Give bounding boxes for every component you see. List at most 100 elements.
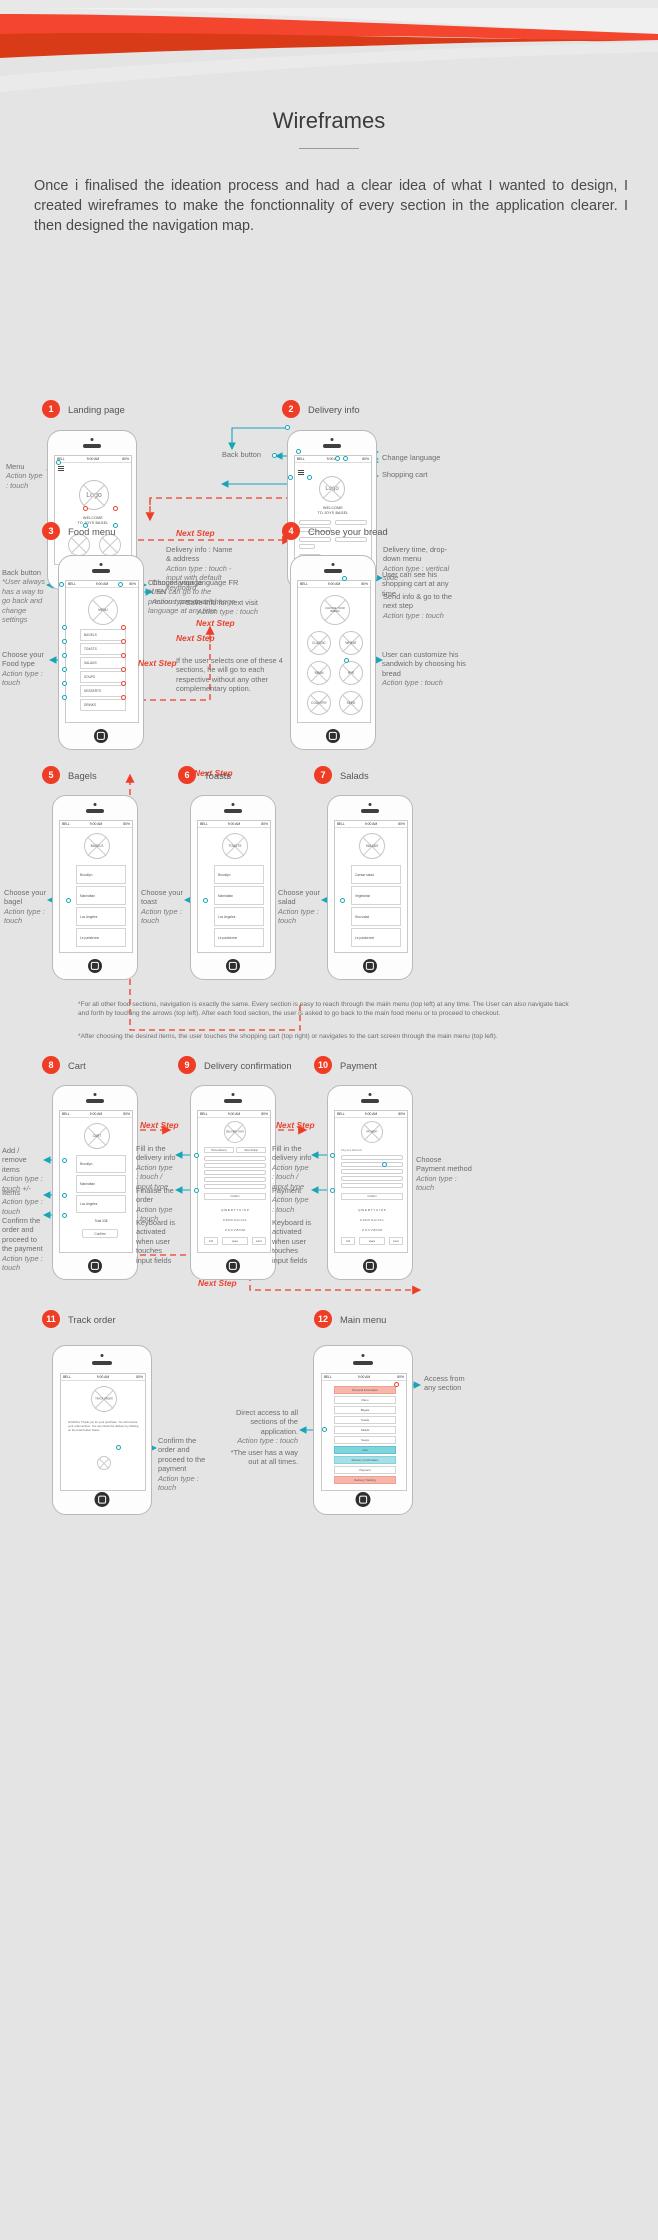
menu-item-delivery-confirmation[interactable]: Delivery Confirmation bbox=[334, 1456, 396, 1464]
hotspot-delivery-fields[interactable] bbox=[285, 425, 290, 430]
hotspot-cart-confirm[interactable] bbox=[62, 1213, 67, 1218]
hotspot-back-3[interactable] bbox=[59, 582, 64, 587]
payment-field-3[interactable] bbox=[341, 1169, 403, 1174]
hotspot-food-salads-next[interactable] bbox=[121, 653, 126, 658]
salad-item-parisienne[interactable]: Le parisienne bbox=[351, 928, 401, 947]
keyboard-row-2[interactable]: A S D F G H J K L bbox=[204, 1215, 266, 1224]
confirm-field-5[interactable] bbox=[204, 1184, 266, 1189]
toast-item-la[interactable]: Los Angeles bbox=[214, 907, 264, 926]
confirm-submit[interactable]: Confirm bbox=[204, 1193, 266, 1200]
cart-item-manhattan[interactable]: Manhattan bbox=[76, 1175, 126, 1193]
salad-item-caesar[interactable]: Caesar salad bbox=[351, 865, 401, 884]
hotspot-finalise-order[interactable] bbox=[194, 1188, 199, 1193]
bread-option-bran[interactable]: BRAN bbox=[307, 661, 331, 685]
hotspot-cart-items[interactable] bbox=[62, 1193, 67, 1198]
home-button[interactable] bbox=[363, 1259, 377, 1273]
menu-item-menu[interactable]: Menu bbox=[334, 1396, 396, 1404]
hotspot-delivery-time[interactable] bbox=[296, 449, 301, 454]
surname-input[interactable] bbox=[335, 520, 367, 525]
menu-item-bagels[interactable]: Bagels bbox=[334, 1406, 396, 1414]
menu-item-delivery-tracking[interactable]: Delivery Tracking bbox=[334, 1476, 396, 1484]
confirm-field-1[interactable] bbox=[204, 1156, 266, 1161]
payment-submit[interactable]: Confirm bbox=[341, 1193, 403, 1200]
keyboard-return-key[interactable]: return bbox=[389, 1237, 403, 1245]
bread-option-classic[interactable]: CLASSIC bbox=[307, 631, 331, 655]
cart-item-la[interactable]: Los Angeles bbox=[76, 1195, 126, 1213]
hotspot-lang-fr-top[interactable] bbox=[83, 506, 88, 511]
payment-field-1[interactable] bbox=[341, 1155, 403, 1160]
hotspot-food-drinks-next[interactable] bbox=[121, 695, 126, 700]
keyboard-123-key[interactable]: 123 bbox=[341, 1237, 355, 1245]
hotspot-menu-1[interactable] bbox=[56, 460, 61, 465]
hotspot-change-language-2[interactable] bbox=[335, 456, 340, 461]
address-input[interactable] bbox=[299, 537, 331, 542]
hotspot-send-info[interactable] bbox=[307, 475, 312, 480]
food-item-desserts[interactable]: DESSERTS bbox=[80, 685, 126, 697]
menu-item-personal-information[interactable]: Personal Information bbox=[334, 1386, 396, 1394]
keyboard-row-2[interactable]: A S D F G H J K L bbox=[341, 1215, 403, 1224]
keyboard-space-key[interactable]: space bbox=[359, 1237, 385, 1245]
food-item-drinks[interactable]: DRINKS bbox=[80, 699, 126, 711]
tab-store-pickup[interactable]: Store Pickup bbox=[236, 1147, 266, 1153]
toast-item-manhattan[interactable]: Manhattan bbox=[214, 886, 264, 905]
cart-confirm-button[interactable]: Confirm bbox=[82, 1229, 118, 1238]
keyboard-123-key[interactable]: 123 bbox=[204, 1237, 218, 1245]
salad-item-vegetarian[interactable]: Vegetarian bbox=[351, 886, 401, 905]
hamburger-menu-icon[interactable] bbox=[298, 470, 304, 475]
hotspot-save-info[interactable] bbox=[288, 475, 293, 480]
hotspot-food-toasts[interactable] bbox=[62, 639, 67, 644]
language-option-fr[interactable] bbox=[68, 534, 90, 556]
salad-item-sea[interactable]: Sea salad bbox=[351, 907, 401, 926]
tab-home-delivery[interactable]: Home Delivery bbox=[204, 1147, 234, 1153]
keyboard-return-key[interactable]: return bbox=[252, 1237, 266, 1245]
home-button[interactable] bbox=[226, 959, 240, 973]
name-input[interactable] bbox=[299, 520, 331, 525]
bagel-item-parisienne[interactable]: Le parisienne bbox=[76, 928, 126, 947]
hotspot-fill-delivery-10[interactable] bbox=[330, 1153, 335, 1158]
hotspot-toast[interactable] bbox=[203, 898, 208, 903]
bread-option-country[interactable]: COUNTRY bbox=[307, 691, 331, 715]
hotspot-food-bagels[interactable] bbox=[62, 625, 67, 630]
payment-field-2[interactable] bbox=[341, 1162, 403, 1167]
hotspot-choose-payment[interactable] bbox=[382, 1162, 387, 1167]
confirm-field-4[interactable] bbox=[204, 1177, 266, 1182]
hotspot-track-button[interactable] bbox=[116, 1445, 121, 1450]
food-item-soups[interactable]: SOUPS bbox=[80, 671, 126, 683]
hotspot-food-desserts[interactable] bbox=[62, 681, 67, 686]
hotspot-food-desserts-next[interactable] bbox=[121, 681, 126, 686]
keyboard-row-3[interactable]: Z X C V B N M bbox=[208, 1225, 262, 1234]
hotspot-food-toasts-next[interactable] bbox=[121, 639, 126, 644]
hotspot-food-salads[interactable] bbox=[62, 653, 67, 658]
bagel-item-brooklyn[interactable]: Brooklyn bbox=[76, 865, 126, 884]
food-item-toasts[interactable]: TOASTS bbox=[80, 643, 126, 655]
hotspot-bagel[interactable] bbox=[66, 898, 71, 903]
confirm-field-3[interactable] bbox=[204, 1170, 266, 1175]
payment-field-5[interactable] bbox=[341, 1183, 403, 1188]
home-button[interactable] bbox=[88, 959, 102, 973]
keyboard-row-1[interactable]: Q W E R T Y U I O P bbox=[202, 1205, 268, 1214]
food-item-bagels[interactable]: BAGELS bbox=[80, 629, 126, 641]
hotspot-food-drinks[interactable] bbox=[62, 695, 67, 700]
cart-item-brooklyn[interactable]: Brooklyn bbox=[76, 1155, 126, 1173]
home-button[interactable] bbox=[94, 729, 108, 743]
keyboard-row-1[interactable]: Q W E R T Y U I O P bbox=[339, 1205, 405, 1214]
hotspot-cart-add-remove[interactable] bbox=[62, 1158, 67, 1163]
hotspot-food-soups-next[interactable] bbox=[121, 667, 126, 672]
menu-item-cart[interactable]: Cart bbox=[334, 1446, 396, 1454]
bread-option-seed[interactable]: SEED bbox=[339, 691, 363, 715]
zip-input[interactable] bbox=[299, 544, 315, 549]
toast-item-parisienne[interactable]: Le parisienne bbox=[214, 928, 264, 947]
home-button[interactable] bbox=[88, 1259, 102, 1273]
home-button[interactable] bbox=[226, 1259, 240, 1273]
home-button[interactable] bbox=[363, 959, 377, 973]
hotspot-cart-2[interactable] bbox=[343, 456, 348, 461]
hotspot-payment-10[interactable] bbox=[330, 1188, 335, 1193]
bread-option-rye[interactable]: RYE bbox=[339, 661, 363, 685]
hotspot-close-menu[interactable] bbox=[394, 1382, 399, 1387]
hotspot-fill-delivery[interactable] bbox=[194, 1153, 199, 1158]
hotspot-salad[interactable] bbox=[340, 898, 345, 903]
hotspot-back-2[interactable] bbox=[272, 453, 277, 458]
bagel-item-manhattan[interactable]: Manhattan bbox=[76, 886, 126, 905]
food-item-salads[interactable]: SALADS bbox=[80, 657, 126, 669]
language-option-en[interactable] bbox=[99, 534, 121, 556]
